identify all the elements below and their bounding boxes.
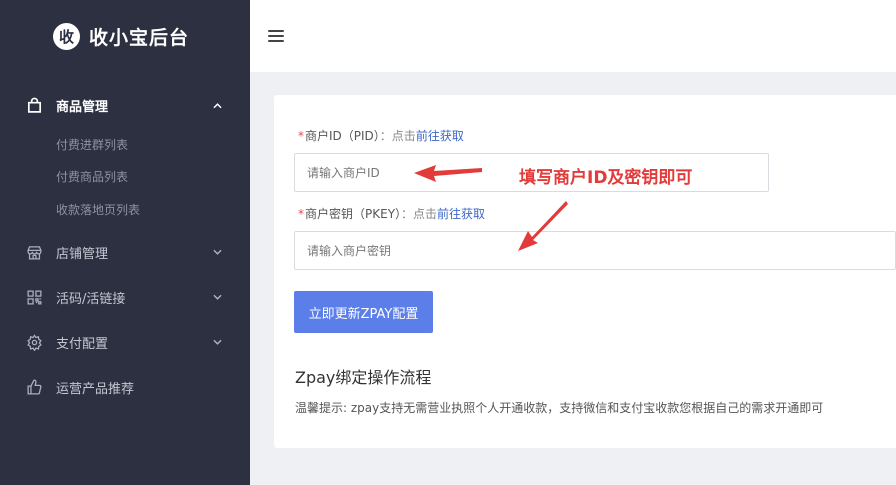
sidebar-item-recommended-products[interactable]: 运营产品推荐 bbox=[0, 365, 250, 410]
chevron-down-icon bbox=[212, 247, 222, 257]
pid-label-text: 商户ID（PID） bbox=[305, 129, 380, 143]
store-icon bbox=[25, 243, 43, 261]
annotation-text: 填写商户ID及密钥即可 bbox=[519, 168, 693, 188]
gear-icon bbox=[25, 333, 43, 351]
brand-logo: 收 bbox=[53, 22, 80, 50]
annotation-arrow-down-left bbox=[518, 201, 568, 251]
brand-title: 收小宝后台 bbox=[89, 26, 190, 49]
chevron-up-icon bbox=[212, 101, 222, 111]
sidebar-item-label: 运营产品推荐 bbox=[56, 381, 135, 397]
pkey-label: *商户密钥（PKEY）：点击前往获取 bbox=[298, 205, 485, 222]
guide-tip: 温馨提示: zpay支持无需营业执照个人开通收款，支持微信和支付宝收款您根据自己… bbox=[295, 401, 824, 415]
sidebar-item-product-management[interactable]: 商品管理 bbox=[0, 83, 250, 128]
sidebar-subitem-paid-group-list[interactable]: 付费进群列表 bbox=[0, 128, 250, 161]
chevron-down-icon bbox=[212, 292, 222, 302]
bag-icon bbox=[25, 97, 43, 115]
required-mark: * bbox=[298, 129, 304, 143]
pid-label: *商户ID（PID）：点击前往获取 bbox=[298, 127, 464, 144]
pid-get-link[interactable]: 前往获取 bbox=[416, 129, 464, 143]
sidebar-menu: 商品管理 付费进群列表 付费商品列表 收款落地页列表 店铺管理 活码/活链接 支… bbox=[0, 83, 250, 410]
pkey-hint: ：点击 bbox=[401, 207, 438, 221]
sidebar-item-label: 店铺管理 bbox=[56, 246, 109, 262]
brand[interactable]: 收 收小宝后台 bbox=[0, 0, 250, 72]
sidebar: 收 收小宝后台 商品管理 付费进群列表 付费商品列表 收款落地页列表 店铺管理 bbox=[0, 0, 250, 485]
sidebar-item-label: 支付配置 bbox=[56, 336, 109, 352]
annotation-arrow-left bbox=[414, 165, 482, 182]
pkey-input[interactable] bbox=[294, 231, 896, 270]
qrcode-icon bbox=[25, 288, 43, 306]
sidebar-item-label: 活码/活链接 bbox=[56, 291, 126, 307]
sidebar-item-label: 商品管理 bbox=[56, 100, 109, 115]
required-mark: * bbox=[298, 207, 304, 221]
chevron-down-icon bbox=[212, 337, 222, 347]
update-zpay-config-button[interactable]: 立即更新ZPAY配置 bbox=[294, 291, 433, 333]
top-bar bbox=[250, 0, 896, 72]
sidebar-item-live-code[interactable]: 活码/活链接 bbox=[0, 275, 250, 320]
sidebar-subitem-landing-page-list[interactable]: 收款落地页列表 bbox=[0, 193, 250, 226]
guide-title: Zpay绑定操作流程 bbox=[295, 368, 432, 387]
sidebar-item-payment-config[interactable]: 支付配置 bbox=[0, 320, 250, 365]
thumbs-up-icon bbox=[25, 378, 43, 396]
pid-hint: ：点击 bbox=[379, 129, 416, 143]
pkey-label-text: 商户密钥（PKEY） bbox=[305, 207, 402, 221]
menu-toggle-icon[interactable] bbox=[268, 29, 284, 43]
pkey-get-link[interactable]: 前往获取 bbox=[437, 207, 485, 221]
submenu-product-management: 付费进群列表 付费商品列表 收款落地页列表 bbox=[0, 128, 250, 230]
zpay-config-card: *商户ID（PID）：点击前往获取 填写商户ID及密钥即可 *商户密钥（PKEY… bbox=[274, 95, 896, 448]
sidebar-subitem-paid-product-list[interactable]: 付费商品列表 bbox=[0, 161, 250, 194]
sidebar-item-store-management[interactable]: 店铺管理 bbox=[0, 230, 250, 275]
